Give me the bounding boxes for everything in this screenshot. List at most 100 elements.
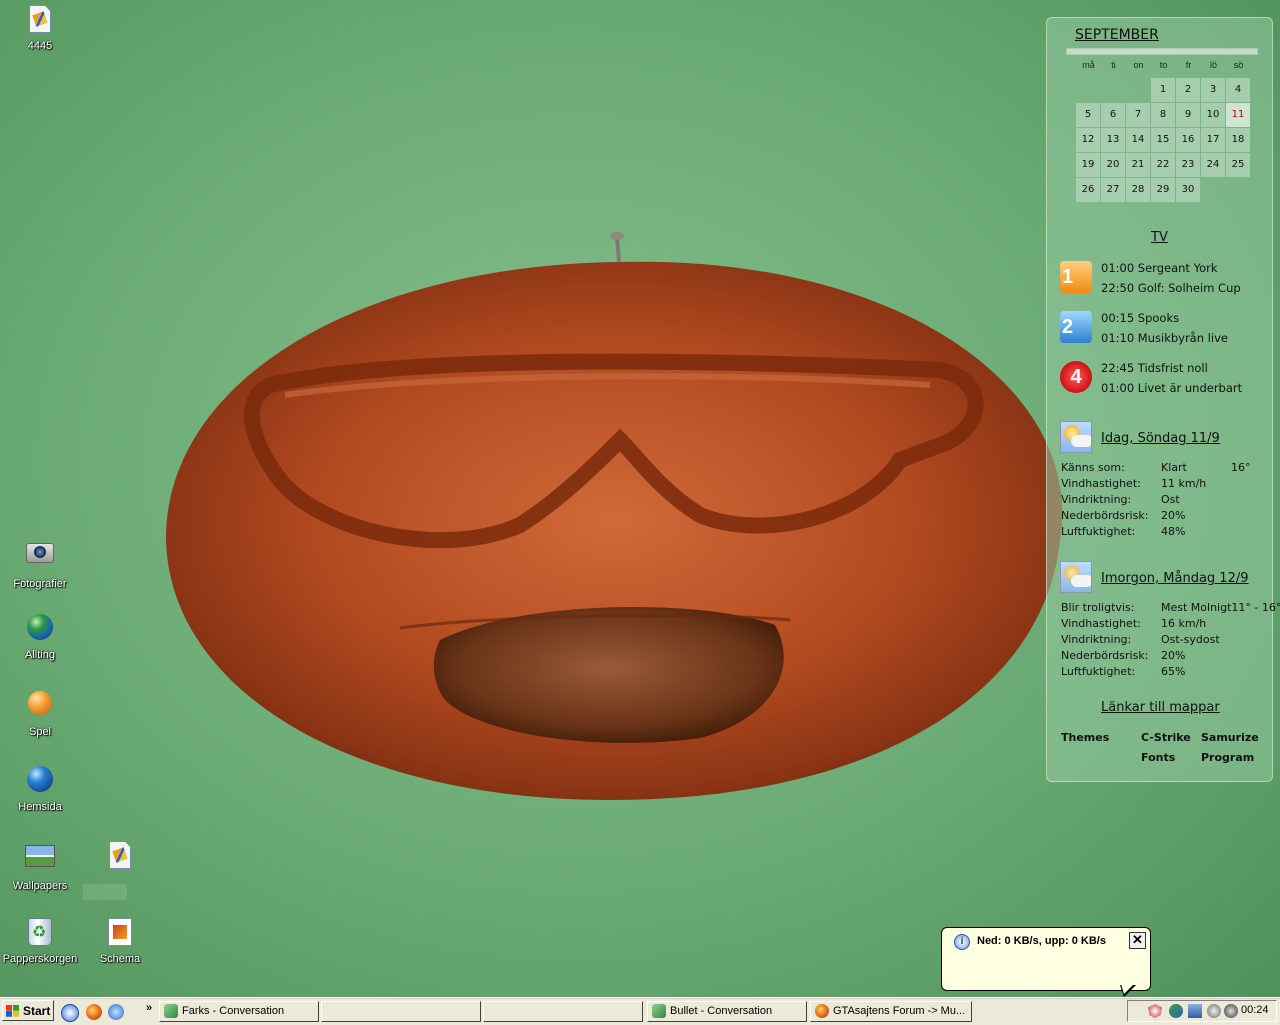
calendar-day[interactable]: 28 bbox=[1126, 178, 1150, 202]
calendar-day[interactable]: 7 bbox=[1126, 103, 1150, 127]
desktop-icon-schema[interactable]: Schema bbox=[80, 915, 160, 966]
clock[interactable]: 00:24 bbox=[1241, 1004, 1269, 1016]
calendar-day[interactable]: 21 bbox=[1126, 153, 1150, 177]
calendar-day[interactable]: 16 bbox=[1176, 128, 1200, 152]
desktop-icon-allting[interactable]: Allting bbox=[0, 611, 80, 662]
weather-temperature: 16° bbox=[1231, 461, 1251, 474]
calendar-day[interactable]: 25 bbox=[1226, 153, 1250, 177]
balloon-text: Ned: 0 KB/s, upp: 0 KB/s bbox=[977, 935, 1106, 947]
calendar-day[interactable]: 20 bbox=[1101, 153, 1125, 177]
task-button-empty-1[interactable] bbox=[321, 1001, 481, 1022]
calendar-day[interactable]: 1 bbox=[1151, 78, 1175, 102]
media-icon[interactable] bbox=[1224, 1004, 1238, 1018]
calendar-day[interactable]: 24 bbox=[1201, 153, 1225, 177]
task-button-bullet[interactable]: Bullet - Conversation bbox=[647, 1001, 807, 1022]
desktop-icon-spel[interactable]: Spel bbox=[0, 687, 80, 739]
calendar-day[interactable]: 8 bbox=[1151, 103, 1175, 127]
desktop-icon-unnamed-document[interactable] bbox=[80, 839, 160, 876]
desktop-icon-fotografier[interactable]: Fotografier bbox=[0, 536, 80, 591]
calendar-day[interactable]: 2 bbox=[1176, 78, 1200, 102]
task-button-empty-2[interactable] bbox=[483, 1001, 643, 1022]
start-button[interactable]: Start bbox=[2, 1000, 54, 1021]
system-tray: 00:24 bbox=[1127, 1000, 1277, 1022]
weather-today-title: Idag, Söndag 11/9 bbox=[1101, 431, 1220, 446]
link-program[interactable]: Program bbox=[1201, 751, 1254, 764]
network-notification-balloon[interactable]: i Ned: 0 KB/s, upp: 0 KB/s ✕ bbox=[941, 927, 1151, 991]
calendar-day[interactable]: 19 bbox=[1076, 153, 1100, 177]
calendar-day[interactable]: 9 bbox=[1176, 103, 1200, 127]
weather-tomorrow-title: Imorgon, Måndag 12/9 bbox=[1101, 571, 1249, 586]
desktop-icon-papperskorgen[interactable]: Papperskorgen bbox=[0, 915, 80, 966]
link-themes[interactable]: Themes bbox=[1061, 731, 1109, 744]
quicklaunch-chevron[interactable]: » bbox=[146, 1002, 152, 1014]
calendar-day-today[interactable]: 11 bbox=[1226, 103, 1250, 127]
calendar-day[interactable]: 27 bbox=[1101, 178, 1125, 202]
close-icon[interactable]: ✕ bbox=[1129, 932, 1146, 949]
link-fonts[interactable]: Fonts bbox=[1141, 751, 1175, 764]
calendar-weekday: må bbox=[1082, 60, 1095, 70]
weather-value: Ost bbox=[1161, 493, 1180, 506]
calendar-day[interactable]: 29 bbox=[1151, 178, 1175, 202]
calendar-day[interactable]: 23 bbox=[1176, 153, 1200, 177]
calendar-weekday: on bbox=[1133, 60, 1144, 70]
partly-sunny-weather-icon bbox=[1060, 421, 1092, 453]
taskbar: Start » Farks - Conversation Bullet - Co… bbox=[0, 997, 1280, 1025]
calendar-day[interactable]: 13 bbox=[1101, 128, 1125, 152]
calendar-day[interactable]: 18 bbox=[1226, 128, 1250, 152]
network-icon[interactable] bbox=[1188, 1004, 1202, 1018]
start-label: Start bbox=[23, 1004, 51, 1018]
quicklaunch-ie-icon[interactable] bbox=[108, 1004, 124, 1020]
tv-program: 01:00 Livet är underbart bbox=[1101, 381, 1243, 395]
weather-label: Blir troligtvis: bbox=[1061, 601, 1135, 614]
weather-value: 20% bbox=[1161, 509, 1186, 522]
tv-program: 01:00 Sergeant York bbox=[1101, 261, 1218, 275]
calendar-day[interactable]: 26 bbox=[1076, 178, 1100, 202]
orange-orb-icon bbox=[28, 691, 52, 715]
calendar-day[interactable]: 5 bbox=[1076, 103, 1100, 127]
messenger-tray-icon[interactable] bbox=[1169, 1004, 1183, 1018]
weather-value: 11 km/h bbox=[1161, 477, 1207, 490]
link-samurize[interactable]: Samurize bbox=[1201, 731, 1259, 744]
weather-value: 48% bbox=[1161, 525, 1186, 538]
link-c-strike[interactable]: C-Strike bbox=[1141, 731, 1191, 744]
calendar-weekday: fr bbox=[1185, 60, 1192, 70]
calendar-day[interactable]: 14 bbox=[1126, 128, 1150, 152]
tv-program: 01:10 Musikbyrån live bbox=[1101, 331, 1228, 345]
folder-links-title: Länkar till mappar bbox=[1101, 700, 1220, 715]
landscape-picture-icon bbox=[25, 845, 55, 867]
calendar-weekday: sö bbox=[1233, 60, 1244, 70]
nail-head bbox=[610, 232, 624, 240]
task-button-farks[interactable]: Farks - Conversation bbox=[159, 1001, 319, 1022]
task-button-gtasajtens[interactable]: GTAsajtens Forum -> Mu... bbox=[810, 1001, 972, 1022]
weather-label: Nederbördsrisk: bbox=[1061, 649, 1149, 662]
calendar-day[interactable]: 15 bbox=[1151, 128, 1175, 152]
volume-icon[interactable] bbox=[1207, 1004, 1221, 1018]
desktop-icon-4445[interactable]: 4445 bbox=[0, 3, 80, 53]
weather-label: Luftfuktighet: bbox=[1061, 525, 1136, 538]
calendar-day[interactable]: 6 bbox=[1101, 103, 1125, 127]
calendar-day[interactable]: 3 bbox=[1201, 78, 1225, 102]
calendar-day[interactable]: 4 bbox=[1226, 78, 1250, 102]
weather-value: 20% bbox=[1161, 649, 1186, 662]
document-icon bbox=[109, 841, 131, 869]
calendar-weekday: ti bbox=[1111, 60, 1116, 70]
samurize-side-panel: SEPTEMBER må ti on to fr lö sö 1 2 3 4 5 6 7 8 9 10 11 12 1… bbox=[1046, 17, 1280, 782]
quicklaunch-firefox-icon[interactable] bbox=[86, 1004, 102, 1020]
calendar-day[interactable]: 10 bbox=[1201, 103, 1225, 127]
shield-icon[interactable] bbox=[1148, 1004, 1162, 1018]
channel-4-icon: 4 bbox=[1060, 361, 1092, 393]
calendar-day[interactable]: 12 bbox=[1076, 128, 1100, 152]
mask-mouth bbox=[433, 606, 784, 743]
weather-label: Vindhastighet: bbox=[1061, 477, 1141, 490]
quicklaunch-browser-icon[interactable] bbox=[61, 1004, 79, 1022]
camera-icon bbox=[26, 543, 54, 563]
desktop-icon-wallpapers[interactable]: Wallpapers bbox=[0, 839, 80, 893]
weather-label: Känns som: bbox=[1061, 461, 1125, 474]
desktop-icon-hemsida[interactable]: Hemsida bbox=[0, 763, 80, 814]
weather-value: Mest Molnigt11° - 16° bbox=[1161, 601, 1280, 614]
calendar-day[interactable]: 17 bbox=[1201, 128, 1225, 152]
weather-label: Vindriktning: bbox=[1061, 633, 1132, 646]
calendar-day[interactable]: 30 bbox=[1176, 178, 1200, 202]
calendar-day[interactable]: 22 bbox=[1151, 153, 1175, 177]
weather-value: 65% bbox=[1161, 665, 1186, 678]
